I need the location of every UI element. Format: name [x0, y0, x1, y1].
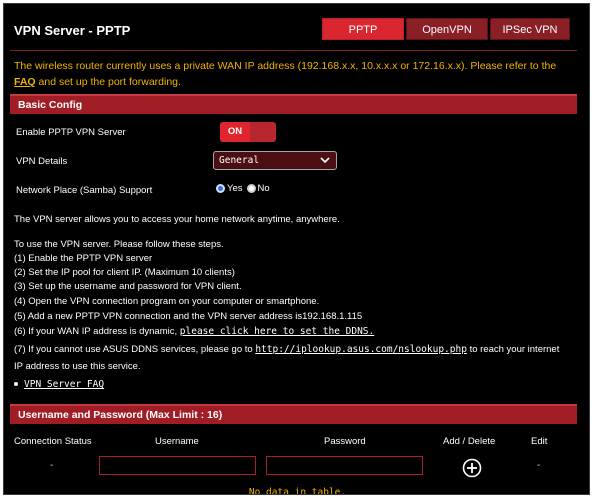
- vpn-server-faq-link[interactable]: VPN Server FAQ: [24, 379, 104, 390]
- divider: [10, 50, 577, 51]
- faq-bullet: VPN Server FAQ: [14, 379, 104, 390]
- username-input[interactable]: [99, 456, 256, 475]
- tab-ipsec-vpn[interactable]: IPSec VPN: [490, 18, 570, 40]
- ddns-link[interactable]: please click here to set the DDNS.: [180, 326, 374, 337]
- steps-title: To use the VPN server. Please follow the…: [14, 239, 224, 250]
- toggle-on-label: ON: [220, 122, 250, 142]
- chevron-down-icon: [320, 157, 330, 164]
- samba-no-radio[interactable]: [246, 184, 256, 193]
- faq-link[interactable]: FAQ: [14, 76, 36, 88]
- add-icon[interactable]: [462, 458, 482, 478]
- connection-status-cell: -: [50, 460, 54, 471]
- step-6-text: (6) If your WAN IP address is dynamic,: [14, 326, 180, 337]
- users-header: Username and Password (Max Limit : 16): [10, 404, 577, 424]
- vpn-server-panel: VPN Server - PPTP PPTP OpenVPN IPSec VPN…: [3, 3, 590, 495]
- password-input[interactable]: [266, 456, 423, 475]
- samba-support-label: Network Place (Samba) Support: [16, 185, 153, 196]
- column-password: Password: [324, 436, 366, 447]
- column-add-delete: Add / Delete: [443, 436, 496, 447]
- basic-config-header: Basic Config: [10, 94, 577, 114]
- vpn-type-tabs: PPTP OpenVPN IPSec VPN: [322, 18, 572, 40]
- toggle-knob: [250, 122, 276, 142]
- step-7: (7) If you cannot use ASUS DDNS services…: [14, 344, 559, 355]
- iplookup-link[interactable]: http://iplookup.asus.com/nslookup.php: [255, 344, 467, 355]
- tab-openvpn[interactable]: OpenVPN: [406, 18, 488, 40]
- vpn-intro-text: The VPN server allows you to access your…: [14, 214, 340, 225]
- column-edit: Edit: [531, 436, 548, 447]
- step-1: (1) Enable the PPTP VPN server: [14, 253, 153, 264]
- step-7-text: (7) If you cannot use ASUS DDNS services…: [14, 344, 256, 355]
- step-7-suffix: to reach your internet: [466, 344, 560, 355]
- empty-table-message: No data in table.: [248, 487, 347, 495]
- step-6: (6) If your WAN IP address is dynamic, p…: [14, 326, 374, 337]
- vpn-details-label: VPN Details: [16, 156, 68, 167]
- enable-pptp-toggle[interactable]: ON: [220, 122, 276, 142]
- private-wan-notice: The wireless router currently uses a pri…: [14, 58, 574, 90]
- step-4: (4) Open the VPN connection program on y…: [14, 296, 320, 307]
- step-3: (3) Set up the username and password for…: [14, 281, 242, 292]
- enable-pptp-label: Enable PPTP VPN Server: [16, 127, 126, 138]
- vpn-details-select[interactable]: General: [213, 151, 337, 170]
- tab-pptp[interactable]: PPTP: [322, 18, 404, 40]
- column-username: Username: [155, 436, 199, 447]
- notice-suffix: and set up the port forwarding.: [35, 76, 181, 88]
- samba-no-label: No: [257, 183, 270, 194]
- column-connection-status: Connection Status: [14, 436, 92, 447]
- notice-text: The wireless router currently uses a pri…: [14, 60, 557, 72]
- samba-yes-label: Yes: [227, 183, 243, 194]
- bullet-icon: [14, 382, 18, 387]
- edit-cell: -: [537, 460, 541, 471]
- samba-yes-radio[interactable]: [216, 184, 225, 193]
- page-title: VPN Server - PPTP: [14, 23, 131, 38]
- vpn-details-value: General: [219, 155, 260, 166]
- step-2: (2) Set the IP pool for client IP. (Maxi…: [14, 267, 235, 278]
- step-7-continued: IP address to use this service.: [14, 361, 141, 372]
- step-5: (5) Add a new PPTP VPN connection and th…: [14, 311, 363, 322]
- samba-radio-group: Yes No: [216, 183, 274, 194]
